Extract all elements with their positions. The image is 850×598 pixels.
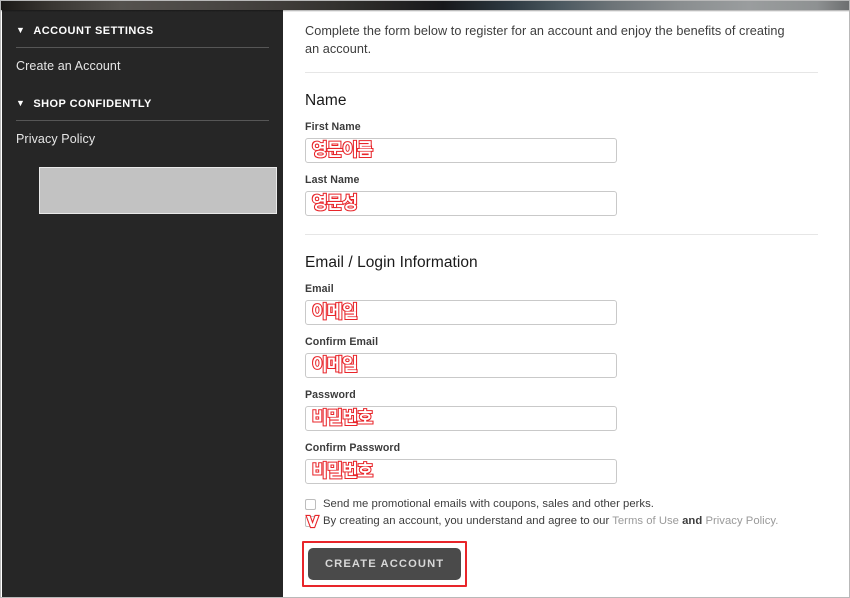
- password-input[interactable]: 비밀번호: [305, 406, 617, 432]
- chevron-down-icon: ▼: [16, 24, 26, 35]
- first-name-annotation: 영문이름: [311, 140, 374, 161]
- sidebar-section-gap: [2, 83, 283, 91]
- window-chrome-shadow: [1, 10, 849, 12]
- sidebar: ▼ ACCOUNT SETTINGS Create an Account ▼ S…: [2, 10, 283, 597]
- sidebar-heading-account-settings[interactable]: ▼ ACCOUNT SETTINGS: [2, 18, 283, 44]
- create-account-button-wrapper: CREATE ACCOUNT: [302, 540, 468, 587]
- field-password: Password 비밀번호: [305, 389, 816, 432]
- sidebar-heading-label: SHOP CONFIDENTLY: [33, 98, 152, 110]
- field-label-last-name: Last Name: [305, 174, 360, 187]
- confirm-password-annotation: 비밀번호: [311, 461, 374, 482]
- sidebar-item-create-an-account[interactable]: Create an Account: [2, 48, 283, 83]
- confirm-email-annotation: 이메일: [311, 355, 359, 376]
- sidebar-heading-shop-confidently[interactable]: ▼ SHOP CONFIDENTLY: [2, 91, 283, 117]
- terms-checkbox-row[interactable]: V By creating an account, you understand…: [305, 512, 816, 532]
- field-label-password: Password: [305, 389, 356, 402]
- sidebar-section-shop-confidently: ▼ SHOP CONFIDENTLY Privacy Policy: [2, 91, 283, 156]
- privacy-policy-link[interactable]: Privacy Policy: [705, 515, 775, 527]
- terms-prefix-text: By creating an account, you understand a…: [323, 515, 613, 528]
- promo-checkbox-row[interactable]: Send me promotional emails with coupons,…: [305, 497, 816, 512]
- sidebar-placeholder-block: [39, 167, 277, 214]
- field-label-first-name: First Name: [305, 121, 361, 134]
- promo-checkbox-label: Send me promotional emails with coupons,…: [323, 498, 654, 511]
- terms-checkbox-annotation-check-icon: V: [306, 512, 320, 532]
- email-annotation: 이메일: [311, 302, 359, 323]
- section-divider: [305, 72, 818, 74]
- field-confirm-password: Confirm Password 비밀번호: [305, 442, 816, 485]
- terms-suffix-text: .: [775, 515, 779, 528]
- registration-form: Complete the form below to register for …: [283, 10, 849, 597]
- email-input[interactable]: 이메일: [305, 300, 617, 326]
- field-label-email: Email: [305, 283, 334, 296]
- section-title-name: Name: [305, 92, 347, 110]
- terms-of-use-link[interactable]: Terms of Use: [612, 515, 679, 527]
- terms-middle-text: and: [678, 515, 706, 528]
- field-email: Email 이메일: [305, 283, 816, 326]
- promo-checkbox[interactable]: [305, 499, 316, 511]
- confirm-password-input[interactable]: 비밀번호: [305, 459, 617, 485]
- last-name-input[interactable]: 영문성: [305, 191, 617, 217]
- first-name-input[interactable]: 영문이름: [305, 138, 617, 164]
- sidebar-section-account-settings: ▼ ACCOUNT SETTINGS Create an Account: [2, 18, 283, 83]
- section-divider: [305, 234, 818, 236]
- password-annotation: 비밀번호: [311, 408, 374, 429]
- create-account-button[interactable]: CREATE ACCOUNT: [308, 547, 462, 580]
- page-root: ▼ ACCOUNT SETTINGS Create an Account ▼ S…: [0, 0, 850, 598]
- field-last-name: Last Name 영문성: [305, 174, 816, 217]
- last-name-annotation: 영문성: [311, 193, 359, 214]
- form-intro-text: Complete the form below to register for …: [305, 24, 785, 57]
- field-first-name: First Name 영문이름: [305, 121, 816, 164]
- sidebar-item-privacy-policy[interactable]: Privacy Policy: [2, 121, 283, 156]
- terms-checkbox-label: By creating an account, you understand a…: [323, 514, 778, 529]
- section-title-email-login: Email / Login Information: [305, 254, 478, 272]
- chevron-down-icon: ▼: [16, 97, 26, 108]
- field-confirm-email: Confirm Email 이메일: [305, 336, 816, 379]
- field-label-confirm-email: Confirm Email: [305, 336, 379, 349]
- confirm-email-input[interactable]: 이메일: [305, 353, 617, 379]
- field-label-confirm-password: Confirm Password: [305, 442, 401, 455]
- sidebar-heading-label: ACCOUNT SETTINGS: [33, 25, 154, 37]
- window-chrome-strip: [1, 1, 849, 10]
- terms-checkbox[interactable]: V: [305, 512, 319, 532]
